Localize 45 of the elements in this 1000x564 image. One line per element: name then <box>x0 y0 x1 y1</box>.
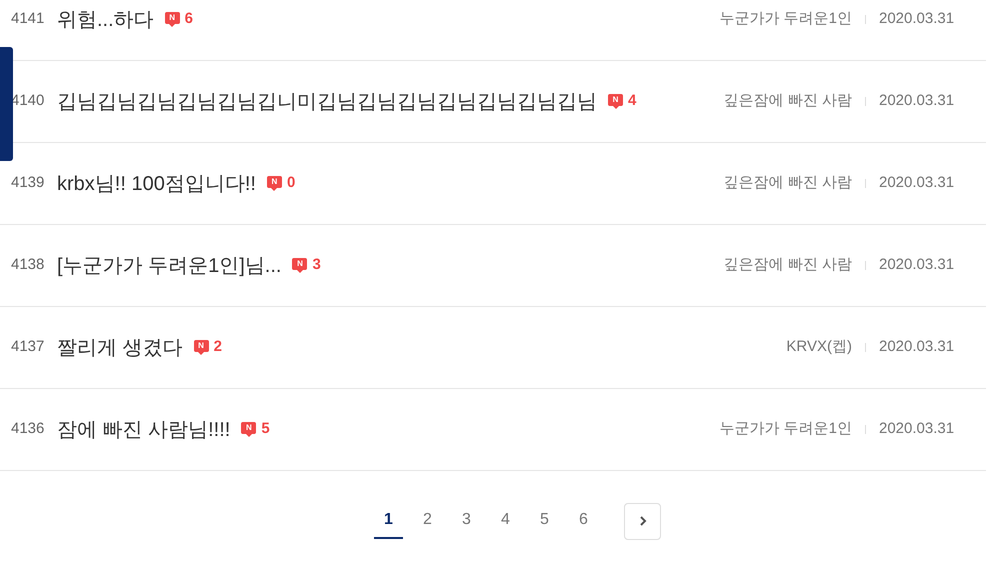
comment-count: 5 <box>261 419 270 440</box>
side-tab[interactable] <box>0 47 13 161</box>
post-date: 2020.03.31 <box>879 91 956 112</box>
page-link[interactable]: 6 <box>569 503 598 539</box>
post-date: 2020.03.31 <box>879 173 956 194</box>
new-badge: N <box>194 340 209 355</box>
post-author: 누군가가 두려운1인 <box>719 9 852 30</box>
next-page-button[interactable] <box>624 502 661 540</box>
post-number: 4141 <box>10 9 46 30</box>
new-badge: N <box>164 12 180 27</box>
post-title[interactable]: [누군가가 두려운1인]님... <box>57 250 282 280</box>
new-badge: N <box>608 94 623 109</box>
post-number: 4140 <box>10 91 46 112</box>
chevron-right-icon <box>638 515 646 527</box>
post-title[interactable]: 깁님깁님깁님깁님깁님깁니미깁님깁님깁님깁님깁님깁님깁님 <box>57 86 597 116</box>
new-badge: N <box>266 176 282 191</box>
comment-count: 6 <box>184 9 194 30</box>
new-badge: N <box>292 258 308 273</box>
post-author: 깊은잠에 빠진 사람 <box>724 255 852 276</box>
page-link[interactable]: 4 <box>491 503 520 539</box>
post-author: KRVX(켑) <box>786 337 852 358</box>
page-link[interactable]: 2 <box>413 503 442 539</box>
page-link[interactable]: 5 <box>530 503 559 539</box>
page-link[interactable]: 1 <box>374 503 403 539</box>
post-date: 2020.03.31 <box>879 255 956 276</box>
post-title[interactable]: 위험...하다 <box>57 4 154 34</box>
post-title[interactable]: 잠에 빠진 사람님!!!! <box>57 414 230 444</box>
post-author: 깊은잠에 빠진 사람 <box>724 91 852 112</box>
comment-count: 2 <box>214 337 222 358</box>
comment-count: 4 <box>628 91 636 112</box>
new-badge: N <box>241 422 256 437</box>
post-author: 누군가가 두려운1인 <box>719 419 852 440</box>
post-date: 2020.03.31 <box>879 419 956 440</box>
post-date: 2020.03.31 <box>879 9 956 30</box>
comment-count: 3 <box>312 255 321 276</box>
post-number: 4137 <box>10 337 46 358</box>
post-author: 깊은잠에 빠진 사람 <box>724 173 852 194</box>
post-date: 2020.03.31 <box>879 337 956 358</box>
post-number: 4138 <box>10 255 46 276</box>
post-number: 4139 <box>10 173 46 194</box>
page-link[interactable]: 3 <box>452 503 481 539</box>
post-title[interactable]: krbx님!! 100점입니다!! <box>57 168 256 198</box>
post-title[interactable]: 짤리게 생겼다 <box>57 332 183 362</box>
comment-count: 0 <box>286 173 296 194</box>
post-number: 4136 <box>10 419 46 440</box>
